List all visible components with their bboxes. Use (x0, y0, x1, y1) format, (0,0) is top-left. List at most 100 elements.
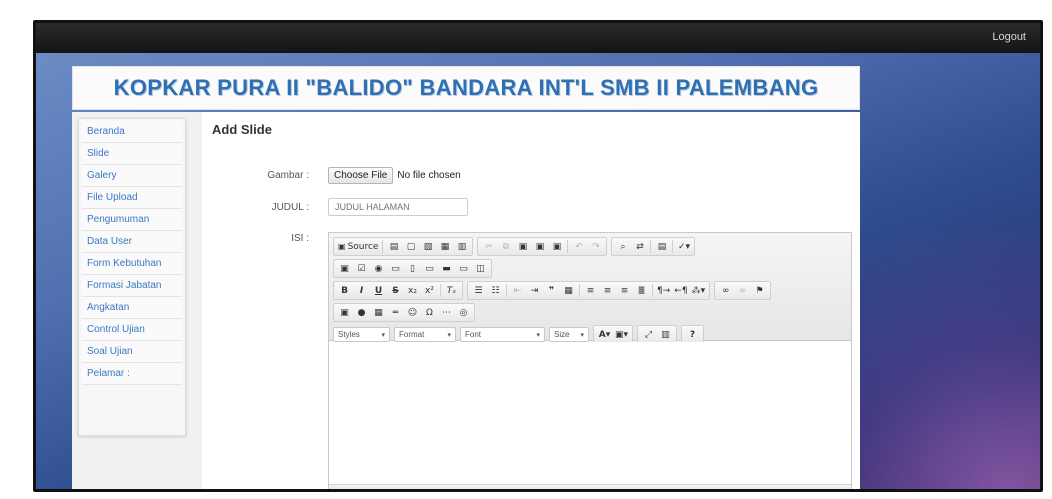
text-color-icon[interactable]: A▾ (596, 327, 613, 342)
superscript-icon[interactable]: x² (421, 283, 438, 298)
browser-frame: Logout KOPKAR PURA II "BALIDO" BANDARA I… (33, 20, 1043, 492)
blockquote-icon[interactable]: ❞ (543, 283, 560, 298)
iframe-icon[interactable]: ◎ (455, 305, 472, 320)
sidebar-item-form-kebutuhan[interactable]: Form Kebutuhan (82, 253, 182, 275)
page-title: Add Slide (212, 122, 272, 137)
chevron-down-icon: ▾ (447, 331, 451, 339)
radio-icon[interactable]: ◉ (370, 261, 387, 276)
paste-text-icon[interactable]: ▣ (531, 239, 548, 254)
unlink-icon[interactable]: ∞ (734, 283, 751, 298)
sidebar-item-galery[interactable]: Galery (82, 165, 182, 187)
toolbar-row-3: B I U S x₂ x² Tₓ ☰ ☷ ⇤ ⇥ ❞ ▦ ≡ ≡ ≡ ≣ ¶→ … (333, 280, 847, 301)
flash-icon[interactable]: ● (353, 305, 370, 320)
replace-icon[interactable]: ⇄ (631, 239, 648, 254)
align-right-icon[interactable]: ≡ (616, 283, 633, 298)
page-break-icon[interactable]: ⋯ (438, 305, 455, 320)
button-field-icon[interactable]: ▬ (438, 261, 455, 276)
link-icon[interactable]: ∞ (717, 283, 734, 298)
toolbar-separator (567, 240, 569, 253)
sidebar-item-slide[interactable]: Slide (82, 143, 182, 165)
paste-word-icon[interactable]: ▣ (548, 239, 565, 254)
show-blocks-icon[interactable]: ▥ (657, 327, 674, 342)
underline-icon[interactable]: U (370, 283, 387, 298)
numbered-list-icon[interactable]: ☰ (470, 283, 487, 298)
bold-icon[interactable]: B (336, 283, 353, 298)
redo-icon[interactable]: ↷ (587, 239, 604, 254)
subscript-icon[interactable]: x₂ (404, 283, 421, 298)
checkbox-icon[interactable]: ☑ (353, 261, 370, 276)
justify-icon[interactable]: ≣ (633, 283, 650, 298)
sidebar-item-file-upload[interactable]: File Upload (82, 187, 182, 209)
undo-icon[interactable]: ↶ (570, 239, 587, 254)
bulleted-list-icon[interactable]: ☷ (487, 283, 504, 298)
chevron-down-icon: ▾ (580, 331, 584, 339)
logout-link[interactable]: Logout (992, 31, 1026, 43)
paste-icon[interactable]: ▣ (514, 239, 531, 254)
sidebar-item-formasi-jabatan[interactable]: Formasi Jabatan (82, 275, 182, 297)
styles-combo[interactable]: Styles ▾ (333, 327, 390, 342)
align-center-icon[interactable]: ≡ (599, 283, 616, 298)
sidebar-item-data-user[interactable]: Data User (82, 231, 182, 253)
sidebar-item-pelamar[interactable]: Pelamar : (82, 363, 182, 385)
sidebar-item-beranda[interactable]: Beranda (82, 121, 182, 143)
rtl-icon[interactable]: ←¶ (672, 283, 689, 298)
sidebar-item-soal-ujian[interactable]: Soal Ujian (82, 341, 182, 363)
preview-icon[interactable]: ▧ (419, 239, 436, 254)
outdent-icon[interactable]: ⇤ (509, 283, 526, 298)
horizontal-rule-icon[interactable]: ═ (387, 305, 404, 320)
smiley-icon[interactable]: ☺ (404, 305, 421, 320)
sidebar-item-control-ujian[interactable]: Control Ujian (82, 319, 182, 341)
choose-file-button[interactable]: Choose File (328, 166, 394, 184)
italic-icon[interactable]: I (353, 283, 370, 298)
sidebar-item-angkatan[interactable]: Angkatan (82, 297, 182, 319)
find-icon[interactable]: ⌕ (614, 239, 631, 254)
resize-handle-icon[interactable]: ◢ (843, 487, 849, 489)
bg-color-icon[interactable]: ▣▾ (613, 327, 630, 342)
toolbar-group-document: ▣ Source ▤ ▢ ▧ ▦ ▥ (333, 237, 474, 256)
language-icon[interactable]: ⁂▾ (690, 283, 708, 298)
help-button[interactable]: ? (684, 327, 701, 342)
select-all-icon[interactable]: ▤ (653, 239, 670, 254)
top-navbar: Logout (36, 23, 1040, 53)
toolbar-separator (506, 284, 507, 297)
textarea-icon[interactable]: ▯ (404, 261, 421, 276)
image-button-icon[interactable]: ▭ (455, 261, 472, 276)
spellcheck-icon[interactable]: ✓▾ (675, 239, 692, 254)
toolbar-group-forms: ▣ ☑ ◉ ▭ ▯ ▭ ▬ ▭ ◫ (333, 259, 492, 278)
format-combo[interactable]: Format ▾ (394, 327, 456, 342)
judul-input[interactable] (328, 198, 468, 216)
div-container-icon[interactable]: ▦ (560, 283, 577, 298)
rich-text-editor: ▣ Source ▤ ▢ ▧ ▦ ▥ ✂ ⧉ ▣ ▣ ▣ ↶ ↷ ⌕ ⇄ ▤ ✓… (328, 232, 852, 489)
indent-icon[interactable]: ⇥ (526, 283, 543, 298)
toolbar-group-paragraph: ☰ ☷ ⇤ ⇥ ❞ ▦ ≡ ≡ ≡ ≣ ¶→ ←¶ ⁂▾ (467, 281, 711, 300)
copy-icon[interactable]: ⧉ (497, 239, 514, 254)
table-icon[interactable]: ▦ (370, 305, 387, 320)
templates-icon[interactable]: ▥ (453, 239, 470, 254)
chevron-down-icon: ▾ (536, 331, 540, 339)
toolbar-separator (579, 284, 580, 297)
anchor-icon[interactable]: ⚑ (751, 283, 768, 298)
strikethrough-icon[interactable]: S (387, 283, 404, 298)
cut-icon[interactable]: ✂ (480, 239, 497, 254)
maximize-icon[interactable]: ⤢ (640, 327, 657, 342)
source-icon: ▣ (338, 242, 346, 251)
select-field-icon[interactable]: ▭ (421, 261, 438, 276)
print-icon[interactable]: ▦ (436, 239, 453, 254)
remove-format-icon[interactable]: Tₓ (443, 283, 460, 298)
sidebar-item-pengumuman[interactable]: Pengumuman (82, 209, 182, 231)
font-combo[interactable]: Font ▾ (460, 327, 545, 342)
toolbar-group-basicstyles: B I U S x₂ x² Tₓ (333, 281, 463, 300)
ltr-icon[interactable]: ¶→ (655, 283, 672, 298)
image-icon[interactable]: ▣ (336, 305, 353, 320)
save-icon[interactable]: ▤ (385, 239, 402, 254)
toolbar-separator (650, 240, 652, 253)
align-left-icon[interactable]: ≡ (582, 283, 599, 298)
form-icon[interactable]: ▣ (336, 261, 353, 276)
special-char-icon[interactable]: Ω (421, 305, 438, 320)
editor-content-area[interactable] (329, 342, 851, 485)
textfield-icon[interactable]: ▭ (387, 261, 404, 276)
size-combo[interactable]: Size ▾ (549, 327, 589, 342)
hidden-field-icon[interactable]: ◫ (472, 261, 489, 276)
new-page-icon[interactable]: ▢ (402, 239, 419, 254)
source-button[interactable]: ▣ Source (336, 239, 380, 254)
